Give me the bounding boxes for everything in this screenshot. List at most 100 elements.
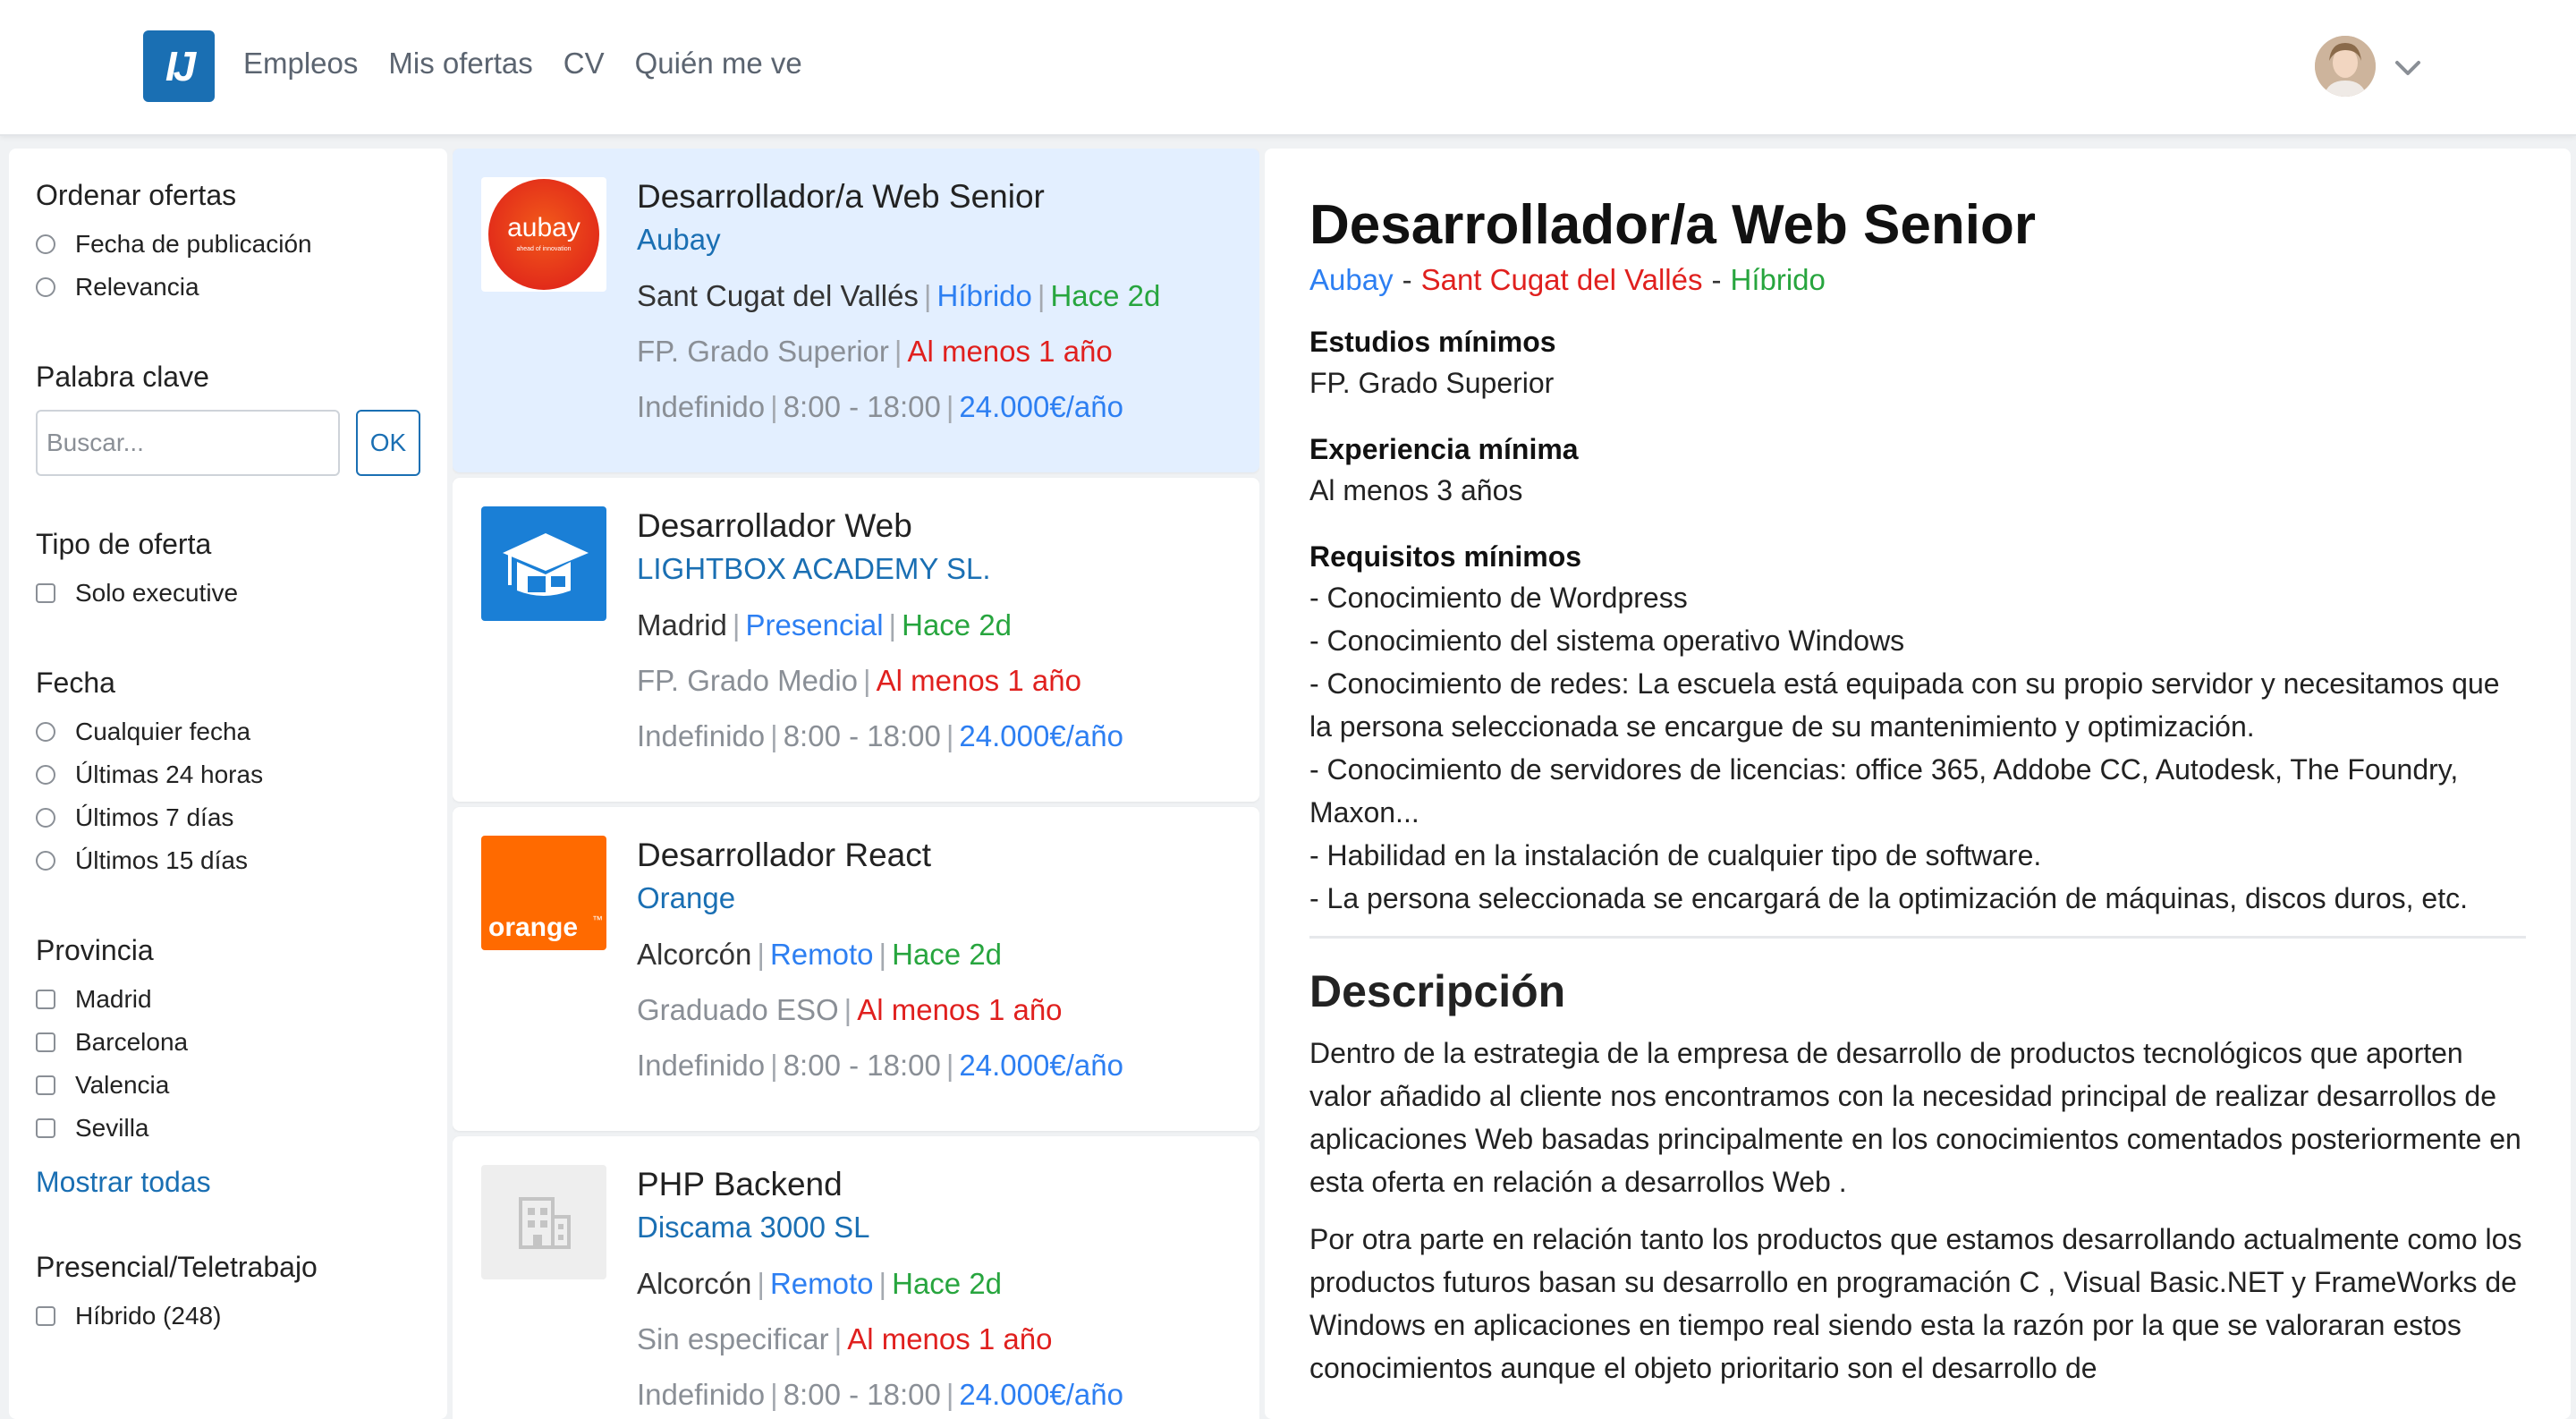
job-card[interactable]: Desarrollador Web LIGHTBOX ACADEMY SL. M… <box>453 478 1259 802</box>
nav-link-quien-me-ve[interactable]: Quién me ve <box>635 47 802 81</box>
meta-separator: - <box>1402 263 1412 296</box>
keyword-filter-title: Palabra clave <box>36 361 209 393</box>
checkbox[interactable] <box>36 1306 55 1326</box>
date-option-24h[interactable]: Últimas 24 horas <box>36 753 420 796</box>
date-filter-title: Fecha <box>36 667 115 699</box>
job-contract-row: Indefinido | 8:00 - 18:00 | 24.000€/año <box>637 1049 1123 1082</box>
job-city: Sant Cugat del Vallés <box>637 279 919 312</box>
job-card[interactable]: orange ™ Desarrollador React Orange Alco… <box>453 807 1259 1131</box>
checkbox[interactable] <box>36 1075 55 1095</box>
company-name[interactable]: Orange <box>637 879 1259 918</box>
requirement-item: - Conocimiento de redes: La escuela está… <box>1309 667 2500 743</box>
main-nav: Empleos Mis ofertas CV Quién me ve <box>243 47 802 81</box>
job-salary: 24.000€/año <box>959 719 1123 752</box>
job-card[interactable]: aubay ahead of innovation Desarrollador/… <box>453 149 1259 472</box>
province-option-barcelona[interactable]: Barcelona <box>36 1021 420 1064</box>
user-avatar[interactable] <box>2315 36 2376 97</box>
option-label: Fecha de publicación <box>75 230 312 258</box>
job-studies: FP. Grado Superior <box>637 335 889 368</box>
option-label: Sevilla <box>75 1114 149 1142</box>
option-label: Últimos 7 días <box>75 803 234 831</box>
job-title[interactable]: Desarrollador/a Web Senior <box>637 177 1259 217</box>
company-logo-aubay: aubay ahead of innovation <box>481 177 606 292</box>
search-ok-button[interactable]: OK <box>356 410 420 476</box>
divider <box>1309 936 2526 939</box>
aubay-logo-text: aubay <box>507 213 580 242</box>
checkbox[interactable] <box>36 1118 55 1138</box>
radio-button[interactable] <box>36 851 55 871</box>
description-paragraph: Dentro de la estrategia de la empresa de… <box>1309 1037 2521 1198</box>
job-experience: Al menos 1 año <box>876 664 1081 697</box>
option-label: Solo executive <box>75 579 239 607</box>
radio-button[interactable] <box>36 277 55 297</box>
job-contract-row: Indefinido | 8:00 - 18:00 | 24.000€/año <box>637 719 1123 752</box>
company-name[interactable]: Discama 3000 SL <box>637 1208 1259 1247</box>
option-label: Últimas 24 horas <box>75 760 264 788</box>
option-label: Barcelona <box>75 1028 189 1056</box>
job-requirements-row: Graduado ESO | Al menos 1 año <box>637 993 1063 1026</box>
job-experience: Al menos 1 año <box>907 335 1113 368</box>
province-option-sevilla[interactable]: Sevilla <box>36 1107 420 1150</box>
mode-filter-title: Presencial/Teletrabajo <box>36 1251 318 1283</box>
option-label: Relevancia <box>75 273 199 301</box>
job-list: aubay ahead of innovation Desarrollador/… <box>453 149 1259 1419</box>
checkbox[interactable] <box>36 583 55 603</box>
mode-option-hybrid[interactable]: Híbrido (248) <box>36 1295 420 1338</box>
radio-button[interactable] <box>36 765 55 785</box>
search-input[interactable] <box>36 410 340 476</box>
company-logo-orange: orange ™ <box>481 836 606 950</box>
order-option-relevance[interactable]: Relevancia <box>36 266 420 309</box>
job-age: Hace 2d <box>892 1267 1003 1300</box>
company-name[interactable]: LIGHTBOX ACADEMY SL. <box>637 549 1259 589</box>
option-label: Híbrido (248) <box>75 1302 222 1330</box>
type-option-executive[interactable]: Solo executive <box>36 572 420 615</box>
option-label: Últimos 15 días <box>75 846 248 874</box>
province-filter-title: Provincia <box>36 934 154 966</box>
job-age: Hace 2d <box>902 608 1013 642</box>
job-mode: Remoto <box>769 1267 874 1300</box>
job-location-row: Alcorcón | Remoto | Hace 2d <box>637 1267 1003 1300</box>
job-mode: Híbrido <box>936 279 1032 312</box>
chevron-down-icon[interactable] <box>2390 50 2426 86</box>
top-navigation-bar: IJ Empleos Mis ofertas CV Quién me ve <box>0 0 2576 136</box>
checkbox[interactable] <box>36 990 55 1009</box>
description-paragraph: Por otra parte en relación tanto los pro… <box>1309 1223 2522 1384</box>
date-option-15d[interactable]: Últimos 15 días <box>36 839 420 882</box>
radio-button[interactable] <box>36 808 55 828</box>
company-name[interactable]: Aubay <box>637 220 1259 259</box>
province-option-valencia[interactable]: Valencia <box>36 1064 420 1107</box>
job-city: Alcorcón <box>637 1267 752 1300</box>
job-card[interactable]: PHP Backend Discama 3000 SL Alcorcón | Rem… <box>453 1136 1259 1419</box>
requirement-item: - Habilidad en la instalación de cualqui… <box>1309 839 2042 871</box>
site-logo[interactable]: IJ <box>143 30 215 102</box>
graduation-cap-icon <box>481 506 606 621</box>
job-contract-row: Indefinido | 8:00 - 18:00 | 24.000€/año <box>637 1378 1123 1411</box>
studies-label: Estudios mínimos <box>1309 326 1556 358</box>
job-requirements-row: FP. Grado Superior | Al menos 1 año <box>637 335 1113 368</box>
show-all-provinces-link[interactable]: Mostrar todas <box>36 1166 420 1199</box>
orange-logo-text: orange <box>488 913 578 942</box>
order-option-date[interactable]: Fecha de publicación <box>36 223 420 266</box>
province-filter: Provincia Madrid Barcelona Valencia Sevi… <box>36 934 420 1199</box>
province-option-madrid[interactable]: Madrid <box>36 978 420 1021</box>
job-title[interactable]: Desarrollador React <box>637 836 1259 875</box>
date-option-7d[interactable]: Últimos 7 días <box>36 796 420 839</box>
requirements-list: - Conocimiento de Wordpress - Conocimien… <box>1309 576 2526 920</box>
radio-button[interactable] <box>36 234 55 254</box>
keyword-filter: Palabra clave OK <box>36 361 420 476</box>
job-title[interactable]: Desarrollador Web <box>637 506 1259 546</box>
job-salary: 24.000€/año <box>959 390 1123 423</box>
checkbox[interactable] <box>36 1032 55 1052</box>
detail-company-link[interactable]: Aubay <box>1309 263 1394 296</box>
job-title[interactable]: PHP Backend <box>637 1165 1259 1204</box>
radio-button[interactable] <box>36 722 55 742</box>
nav-link-empleos[interactable]: Empleos <box>243 47 358 81</box>
nav-link-mis-ofertas[interactable]: Mis ofertas <box>388 47 532 81</box>
nav-link-cv[interactable]: CV <box>564 47 605 81</box>
requirement-item: - Conocimiento del sistema operativo Win… <box>1309 625 1905 657</box>
job-salary: 24.000€/año <box>959 1378 1123 1411</box>
date-option-any[interactable]: Cualquier fecha <box>36 710 420 753</box>
job-experience: Al menos 1 año <box>857 993 1063 1026</box>
orange-logo-trademark: ™ <box>592 913 603 926</box>
job-hours: 8:00 - 18:00 <box>783 390 941 423</box>
